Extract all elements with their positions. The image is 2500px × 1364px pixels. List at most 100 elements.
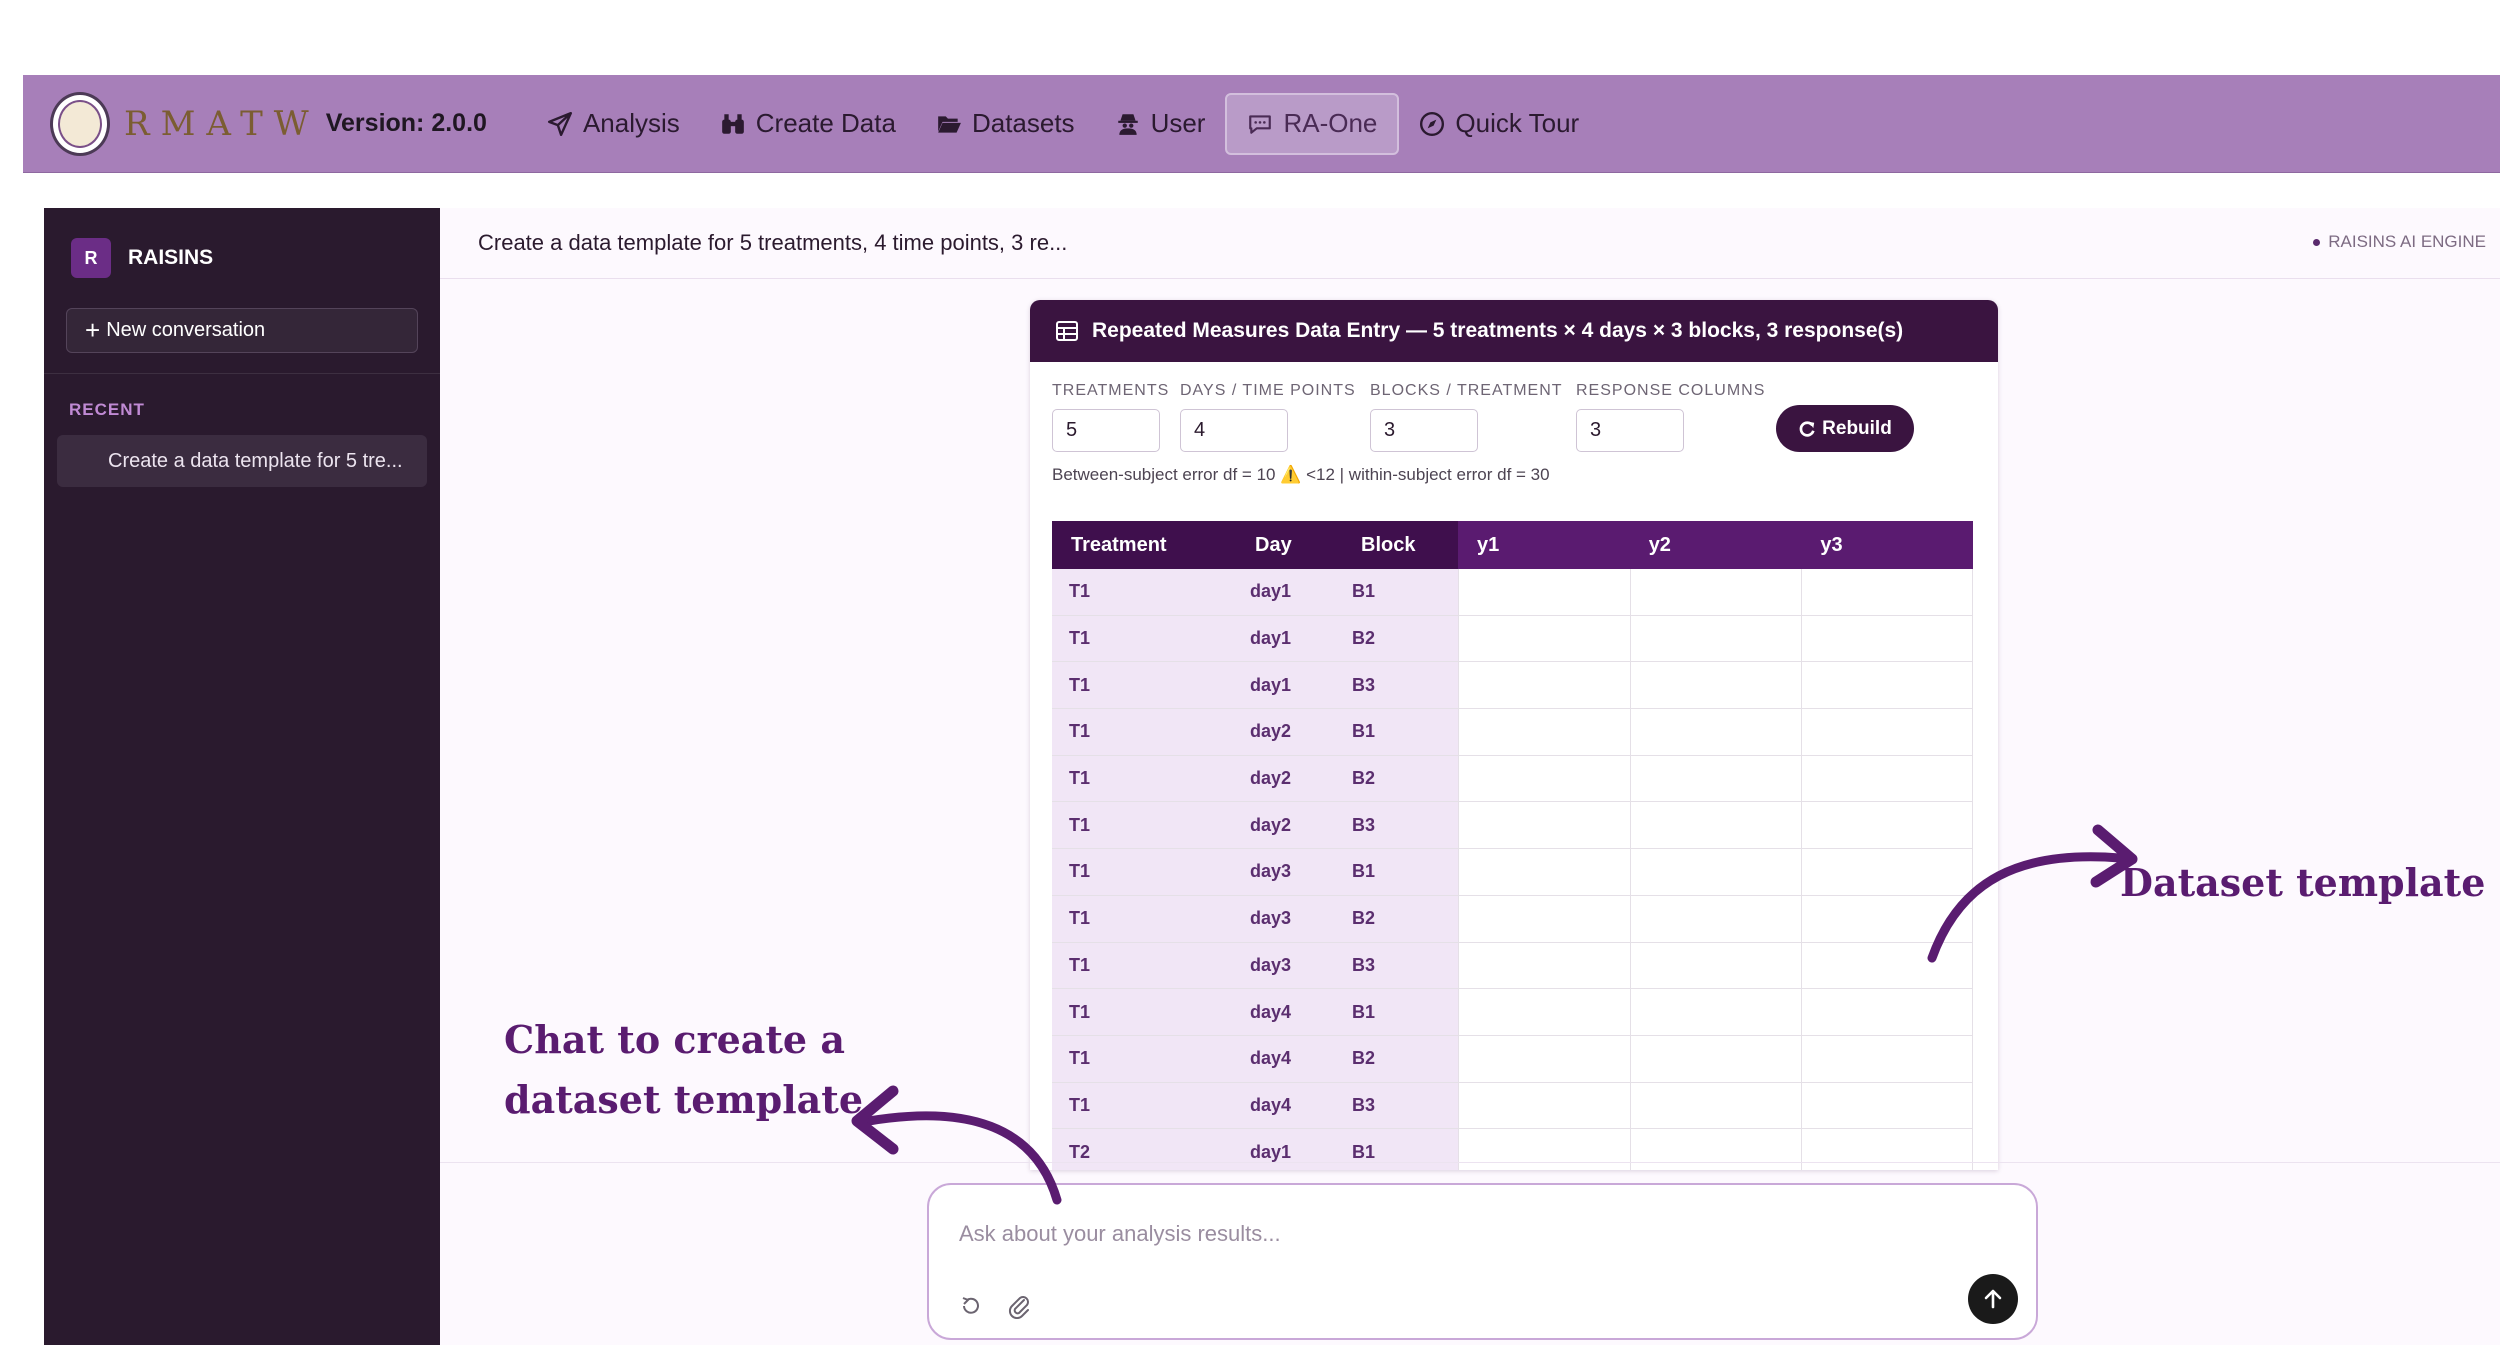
cell-treatment: T1 [1052, 1082, 1236, 1129]
table-row: T1 day3 B2 [1052, 895, 1973, 943]
raisins-logo[interactable] [50, 91, 110, 156]
response-cell-y2[interactable] [1629, 1035, 1802, 1082]
days-input[interactable]: 4 [1180, 409, 1288, 452]
response-columns-input[interactable]: 3 [1576, 409, 1684, 452]
nav-quick-tour[interactable]: Quick Tour [1399, 93, 1599, 155]
response-cell-y3[interactable] [1801, 1129, 1973, 1170]
cell-day: day4 [1235, 1082, 1342, 1129]
response-cell-y3[interactable] [1801, 1082, 1973, 1129]
attachment-icon[interactable] [1007, 1293, 1031, 1319]
response-cell-y1[interactable] [1457, 709, 1630, 755]
response-cell-y2[interactable] [1629, 662, 1802, 709]
conversation-item[interactable]: Create a data template for 5 tre... [57, 435, 427, 487]
response-cell-y1[interactable] [1457, 802, 1630, 849]
user-secret-icon [1117, 113, 1138, 135]
response-cell-y1[interactable] [1457, 755, 1630, 802]
response-cell-y3[interactable] [1801, 615, 1973, 662]
cell-block: B2 [1341, 615, 1458, 662]
response-cell-y1[interactable] [1457, 942, 1630, 989]
table-row: T1 day2 B3 [1052, 802, 1973, 850]
cell-day: day3 [1235, 849, 1342, 895]
response-cell-y2[interactable] [1629, 895, 1802, 942]
response-cell-y2[interactable] [1629, 569, 1802, 615]
nav-ra-one[interactable]: RA-One [1225, 92, 1400, 155]
chat-main-panel: Create a data template for 5 treatments,… [440, 208, 2500, 1345]
param-days: DAYS / TIME POINTS 4 [1180, 382, 1356, 452]
nav-user[interactable]: User [1095, 93, 1226, 155]
cell-treatment: T1 [1052, 989, 1236, 1035]
response-cell-y2[interactable] [1629, 942, 1802, 989]
response-cell-y1[interactable] [1457, 569, 1630, 615]
response-cell-y1[interactable] [1457, 895, 1630, 942]
df-note: Between-subject error df = 10 ⚠️ <12 | w… [1052, 465, 1550, 484]
col-y3: y3 [1801, 521, 1973, 569]
nav-analysis[interactable]: Analysis [527, 93, 700, 155]
table-row: T1 day2 B1 [1052, 709, 1973, 756]
response-cell-y2[interactable] [1629, 989, 1802, 1035]
conversation-title: Create a data template for 5 treatments,… [478, 230, 1068, 255]
cell-treatment: T1 [1052, 1035, 1236, 1082]
folder-open-icon [938, 115, 961, 133]
response-cell-y1[interactable] [1457, 1082, 1630, 1129]
response-cell-y2[interactable] [1629, 802, 1802, 849]
response-cell-y3[interactable] [1801, 989, 1973, 1035]
blocks-input[interactable]: 3 [1370, 409, 1478, 452]
rebuild-button[interactable]: Rebuild [1776, 405, 1914, 452]
response-cell-y1[interactable] [1457, 662, 1630, 709]
cell-treatment: T1 [1052, 662, 1236, 709]
cell-block: B2 [1341, 1035, 1458, 1082]
response-cell-y1[interactable] [1457, 1035, 1630, 1082]
nav-create-data[interactable]: Create Data [700, 93, 916, 155]
cell-block: B1 [1341, 849, 1458, 895]
table-row: T1 day2 B2 [1052, 755, 1973, 803]
response-cell-y3[interactable] [1801, 755, 1973, 802]
cell-block: B1 [1341, 1129, 1458, 1170]
undo-icon[interactable] [959, 1294, 983, 1318]
response-cell-y1[interactable] [1457, 615, 1630, 662]
conversation-sidebar: R RAISINS + New conversation RECENT Crea… [44, 208, 440, 1345]
response-cell-y2[interactable] [1629, 615, 1802, 662]
response-cell-y2[interactable] [1629, 755, 1802, 802]
col-treatment: Treatment [1071, 533, 1167, 556]
brand-name: RMATW [124, 103, 320, 144]
new-conversation-button[interactable]: + New conversation [66, 308, 418, 353]
cell-treatment: T1 [1052, 615, 1236, 662]
response-cell-y1[interactable] [1457, 849, 1630, 895]
response-cell-y3[interactable] [1801, 709, 1973, 755]
table-row: T1 day4 B2 [1052, 1035, 1973, 1083]
compass-icon [1420, 111, 1445, 136]
response-cell-y2[interactable] [1629, 709, 1802, 755]
cell-block: B2 [1341, 895, 1458, 942]
response-cell-y2[interactable] [1629, 1129, 1802, 1170]
response-cell-y3[interactable] [1801, 1035, 1973, 1082]
cell-day: day1 [1235, 615, 1342, 662]
table-body: T1 day1 B1 T1 day1 B2 T1 day1 B3 T1 day2 B1 T1 day2 B2… [1052, 569, 1973, 1170]
recent-heading: RECENT [69, 400, 145, 419]
cell-day: day2 [1235, 709, 1342, 755]
chat-input[interactable]: Ask about your analysis results... [959, 1221, 1281, 1247]
response-cell-y1[interactable] [1457, 989, 1630, 1035]
response-cell-y1[interactable] [1457, 1129, 1630, 1170]
response-cell-y2[interactable] [1629, 1082, 1802, 1129]
cell-day: day4 [1235, 1035, 1342, 1082]
cell-treatment: T1 [1052, 709, 1236, 755]
card-header: Repeated Measures Data Entry — 5 treatme… [1030, 300, 1998, 362]
avatar: R [71, 238, 111, 278]
annotation-chat-line2: dataset template [504, 1077, 864, 1122]
annotation-dataset-template: Dataset template [2120, 860, 2486, 905]
response-cell-y2[interactable] [1629, 849, 1802, 895]
response-cell-y3[interactable] [1801, 662, 1973, 709]
template-parameters: TREATMENTS 5 DAYS / TIME POINTS 4 BLOCKS… [1030, 362, 1998, 484]
engine-badge: RAISINS AI ENGINE [2313, 232, 2486, 252]
response-cell-y3[interactable] [1801, 569, 1973, 615]
table-row: T1 day4 B1 [1052, 989, 1973, 1036]
cell-block: B1 [1341, 569, 1458, 615]
version-label: Version: 2.0.0 [325, 109, 487, 137]
cell-day: day2 [1235, 755, 1342, 802]
curved-arrow-dataset [1927, 824, 2138, 963]
treatments-input[interactable]: 5 [1052, 409, 1160, 452]
cell-treatment: T1 [1052, 895, 1236, 942]
nav-datasets[interactable]: Datasets [916, 93, 1095, 155]
col-block: Block [1361, 533, 1416, 556]
send-button[interactable] [1968, 1274, 2018, 1324]
